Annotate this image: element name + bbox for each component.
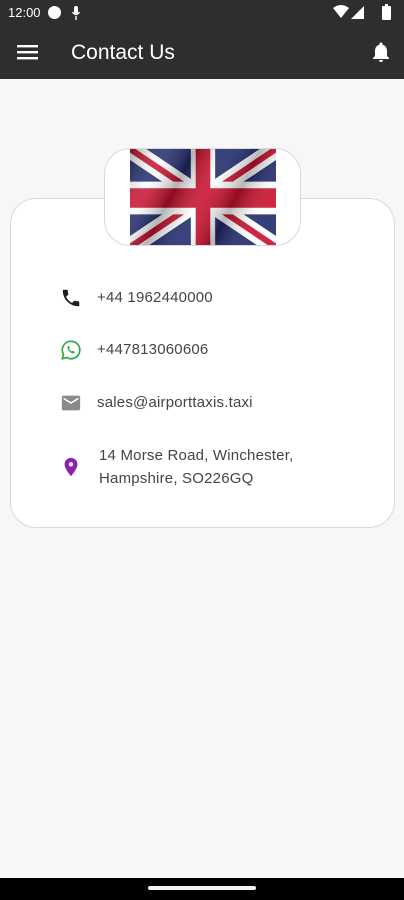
hamburger-menu-icon[interactable] bbox=[14, 40, 42, 64]
uk-flag bbox=[130, 149, 276, 245]
battery-icon bbox=[382, 4, 391, 20]
whatsapp-number[interactable]: +447813060606 bbox=[97, 339, 208, 361]
status-time: 12:00 bbox=[8, 5, 41, 20]
address-line-2[interactable]: Hampshire, SO226GQ bbox=[99, 467, 254, 490]
navigation-bar bbox=[0, 878, 404, 900]
home-gesture-handle[interactable] bbox=[148, 886, 256, 890]
page-title: Contact Us bbox=[71, 41, 175, 64]
status-bar: 12:00 bbox=[0, 0, 404, 26]
flag-image bbox=[104, 148, 301, 246]
location-pin-icon bbox=[64, 457, 78, 477]
bell-icon[interactable] bbox=[369, 40, 393, 64]
record-dot-icon bbox=[48, 6, 61, 19]
signal-icon bbox=[351, 6, 364, 19]
email-icon bbox=[61, 395, 81, 411]
wifi-icon bbox=[333, 5, 349, 18]
phone-number[interactable]: +44 1962440000 bbox=[97, 287, 213, 309]
phone-icon bbox=[62, 289, 80, 307]
whatsapp-icon bbox=[61, 340, 81, 360]
address-line-1[interactable]: 14 Morse Road, Winchester, bbox=[99, 444, 293, 467]
mic-icon bbox=[71, 6, 81, 20]
email-address[interactable]: sales@airporttaxis.taxi bbox=[97, 392, 253, 414]
app-bar: Contact Us bbox=[0, 26, 404, 79]
